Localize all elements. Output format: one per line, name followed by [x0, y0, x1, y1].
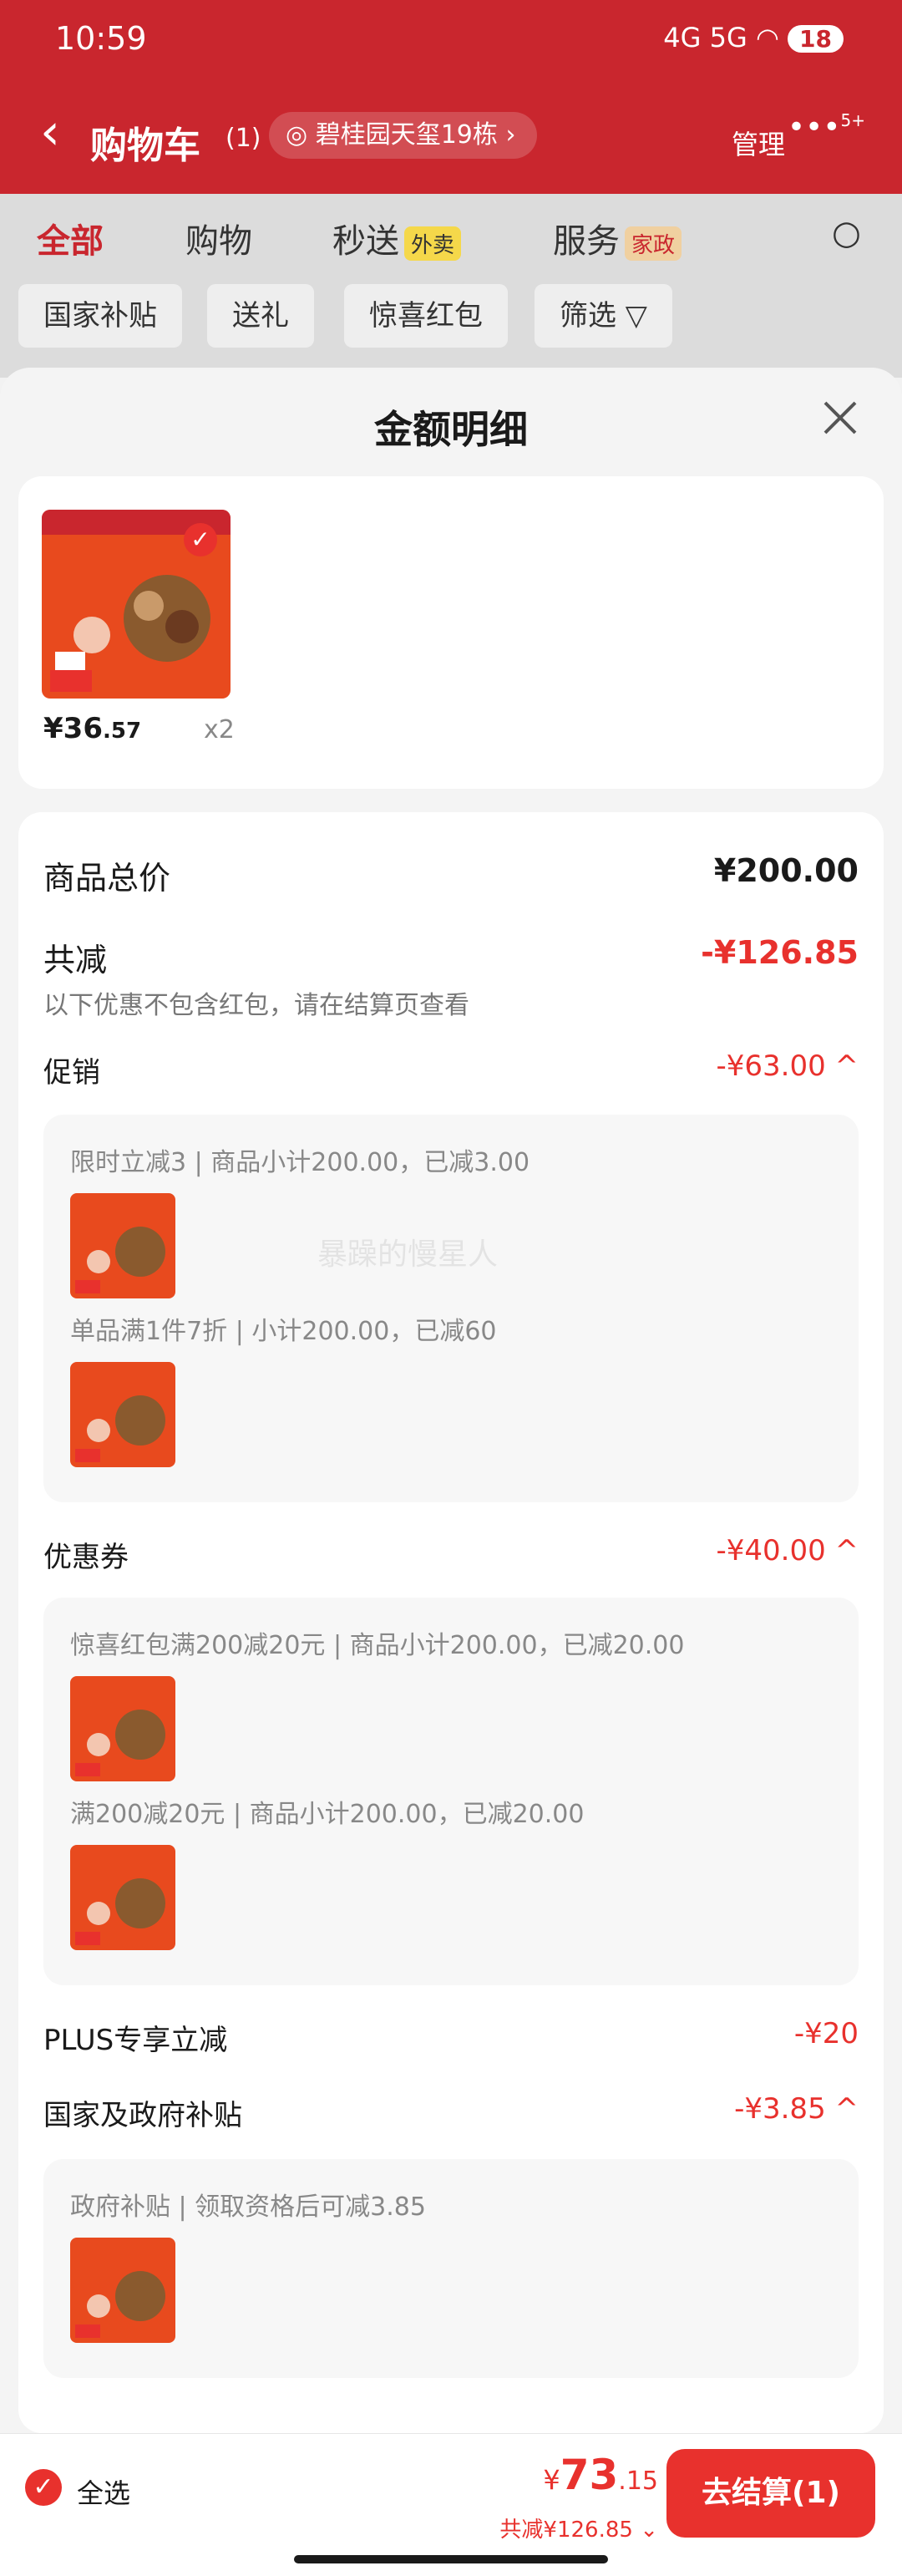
- filter-chip[interactable]: 国家补贴: [18, 284, 182, 348]
- watermark: 暴躁的慢星人: [317, 1237, 499, 1272]
- battery-icon: 18: [788, 25, 844, 53]
- promo-detail-box: 限时立减3 | 商品小计200.00，已减3.00 单品满1件7折 | 小计20…: [43, 1115, 859, 1502]
- product-thumbnail: [70, 2238, 175, 2343]
- page-title: 购物车: [90, 124, 200, 167]
- coupon-value: -¥40.00 ^: [716, 1534, 859, 1567]
- status-bar: 10:59 4G 5G ◠ 18: [0, 0, 902, 84]
- address-text: 碧桂园天玺19栋: [315, 120, 498, 150]
- tab-label: 秒送: [332, 222, 399, 261]
- tab-label: 全部: [37, 222, 104, 261]
- search-icon[interactable]: ○: [832, 214, 861, 252]
- coupon-label: 优惠券: [43, 1541, 129, 1574]
- total-int: 73: [560, 2451, 619, 2499]
- tab-service[interactable]: 服务 家政: [553, 214, 682, 262]
- sheet-title: 金额明细: [374, 407, 528, 452]
- address-selector[interactable]: ◎ 碧桂园天玺19栋 ›: [269, 112, 538, 159]
- check-icon: ✓: [184, 523, 217, 556]
- tab-express[interactable]: 秒送 外卖: [332, 214, 462, 262]
- gov-detail-box: 政府补贴 | 领取资格后可减3.85: [43, 2159, 859, 2378]
- filter-chip[interactable]: 筛选 ▽: [535, 284, 672, 348]
- tab-badge: 外卖: [404, 226, 462, 261]
- total-value: ¥200.00: [713, 852, 859, 889]
- total-price: ¥73.15: [543, 2451, 658, 2499]
- home-indicator: [294, 2555, 608, 2563]
- tab-all[interactable]: 全部: [37, 214, 104, 262]
- back-icon[interactable]: ‹: [40, 107, 60, 157]
- select-all-checkbox[interactable]: ✓: [25, 2469, 62, 2506]
- product-price: ¥36.57: [43, 712, 141, 745]
- filter-chip[interactable]: 送礼: [207, 284, 314, 348]
- discount-label: 共减: [43, 942, 108, 978]
- promo-label: 促销: [43, 1056, 100, 1090]
- tab-label: 服务: [553, 222, 620, 261]
- plus-value: -¥20: [793, 2017, 859, 2050]
- cart-count: (1): [226, 124, 261, 153]
- status-icons: 4G 5G ◠ 18: [663, 22, 844, 53]
- promo-line: 单品满1件7折 | 小计200.00，已减60: [70, 1317, 497, 1346]
- gov-label: 国家及政府补贴: [43, 2099, 242, 2132]
- total-discount-toggle[interactable]: 共减¥126.85 ⌄: [499, 2512, 658, 2543]
- price-int: ¥36: [43, 712, 103, 745]
- filter-chip[interactable]: 惊喜红包: [344, 284, 508, 348]
- product-thumbnail: [70, 1193, 175, 1298]
- product-qty: x2: [204, 715, 235, 744]
- product-image[interactable]: ✓: [42, 510, 231, 699]
- tab-label: 购物: [185, 222, 252, 261]
- select-all-label[interactable]: 全选: [77, 2472, 130, 2511]
- discount-note: 以下优惠不包含红包，请在结算页查看: [43, 991, 469, 1020]
- amount-detail-sheet: 金额明细 ✓ ¥36.57 x2 商品总价 ¥200.00 共减 -¥126.8…: [0, 368, 902, 2575]
- eye-icon: ◎: [286, 120, 316, 150]
- total-currency: ¥: [543, 2464, 560, 2496]
- product-thumbnail: [70, 1676, 175, 1781]
- total-label: 商品总价: [43, 860, 171, 897]
- close-icon[interactable]: [815, 393, 865, 443]
- promo-line: 限时立减3 | 商品小计200.00，已减3.00: [70, 1148, 530, 1177]
- more-icon[interactable]: •••5+: [788, 110, 865, 145]
- summary-card: 商品总价 ¥200.00 共减 -¥126.85 以下优惠不包含红包，请在结算页…: [18, 812, 884, 2433]
- coupon-detail-box: 惊喜红包满200减20元 | 商品小计200.00，已减20.00 满200减2…: [43, 1598, 859, 1985]
- price-decimal: .57: [102, 719, 142, 744]
- discount-value: -¥126.85: [701, 934, 859, 971]
- cart-nav-bar: ‹ 购物车 (1) ◎ 碧桂园天玺19栋 › 管理 •••5+: [0, 107, 902, 182]
- manage-button[interactable]: 管理: [732, 124, 785, 162]
- coupon-line: 惊喜红包满200减20元 | 商品小计200.00，已减20.00: [70, 1631, 685, 1660]
- product-card: ✓ ¥36.57 x2: [18, 476, 884, 789]
- tab-badge: 家政: [625, 226, 682, 261]
- tab-shopping[interactable]: 购物: [185, 214, 252, 262]
- total-decimal: .15: [618, 2467, 658, 2496]
- gov-value: -¥3.85 ^: [734, 2092, 859, 2126]
- checkout-button[interactable]: 去结算(1): [666, 2449, 875, 2538]
- product-thumbnail: [70, 1845, 175, 1950]
- more-badge: 5+: [840, 110, 865, 130]
- plus-label: PLUS专享立减: [43, 2024, 228, 2057]
- promo-value: -¥63.00 ^: [716, 1049, 859, 1083]
- gov-line: 政府补贴 | 领取资格后可减3.85: [70, 2192, 426, 2222]
- coupon-line: 满200减20元 | 商品小计200.00，已减20.00: [70, 1800, 585, 1829]
- network-icon: 4G 5G: [663, 22, 747, 53]
- wifi-icon: ◠: [755, 22, 779, 53]
- status-time: 10:59: [55, 20, 147, 57]
- product-thumbnail: [70, 1362, 175, 1467]
